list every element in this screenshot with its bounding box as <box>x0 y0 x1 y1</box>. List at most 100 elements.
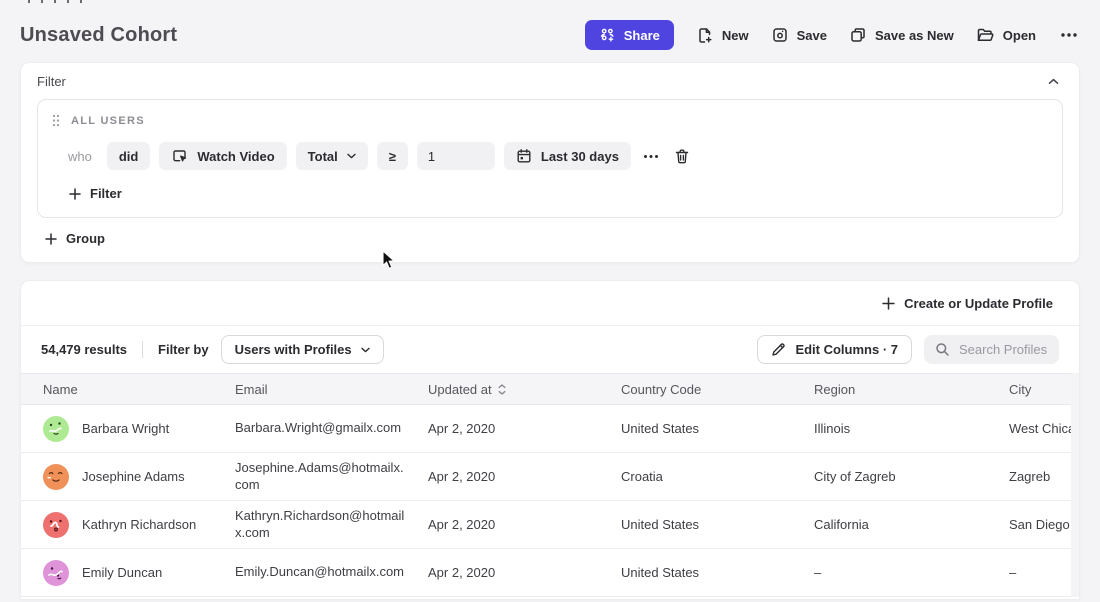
new-file-icon <box>696 26 714 45</box>
profiles-search-input[interactable] <box>959 342 1048 357</box>
more-horizontal-icon <box>643 154 659 159</box>
profile-updated-at: Apr 2, 2020 <box>428 565 621 580</box>
profile-country-code: United States <box>621 421 814 436</box>
did-chip[interactable]: did <box>107 142 151 170</box>
delete-condition-button[interactable] <box>671 145 693 168</box>
profile-email: Josephine.Adams@hotmailx.com <box>235 460 428 493</box>
table-row[interactable]: Barbara Wright Barbara.Wright@gmailx.com… <box>21 405 1079 453</box>
chevron-up-icon <box>1048 78 1059 85</box>
add-group-label: Group <box>66 231 105 246</box>
pencil-icon <box>771 342 786 357</box>
folder-open-icon <box>976 26 995 44</box>
profiles-filter-value: Users with Profiles <box>235 342 352 357</box>
profile-email: Emily.Duncan@hotmailx.com <box>235 564 428 580</box>
save-button[interactable]: Save <box>771 26 827 44</box>
save-button-label: Save <box>797 28 827 43</box>
group-label: ALL USERS <box>71 115 145 127</box>
sort-icon[interactable] <box>498 384 506 395</box>
column-header-country-code[interactable]: Country Code <box>621 382 814 397</box>
avatar <box>43 560 69 586</box>
results-toolbar: 54,479 results Filter by Users with Prof… <box>21 326 1079 373</box>
column-header-name[interactable]: Name <box>43 382 235 397</box>
profile-updated-at: Apr 2, 2020 <box>428 421 621 436</box>
avatar <box>43 464 69 490</box>
new-button-label: New <box>722 28 749 43</box>
avatar <box>43 512 69 538</box>
profile-name: Barbara Wright <box>82 421 169 436</box>
table-row[interactable]: Emily Duncan Emily.Duncan@hotmailx.com A… <box>21 549 1079 597</box>
edit-columns-button[interactable]: Edit Columns · 7 <box>757 335 912 364</box>
page-title: Unsaved Cohort <box>20 24 177 47</box>
profiles-search[interactable] <box>924 335 1059 364</box>
threshold-value-input[interactable] <box>417 142 495 170</box>
profile-city: San Diego <box>1009 517 1071 532</box>
profile-email: Barbara.Wright@gmailx.com <box>235 420 428 436</box>
condition-more-button[interactable] <box>640 151 662 162</box>
toolbar-divider <box>142 341 143 358</box>
save-icon <box>771 26 789 44</box>
trash-icon <box>674 148 690 165</box>
column-header-updated-at[interactable]: Updated at <box>428 382 621 397</box>
operator-chip[interactable]: ≥ <box>377 142 408 170</box>
column-header-email[interactable]: Email <box>235 382 428 397</box>
open-button[interactable]: Open <box>976 26 1036 44</box>
profiles-table: Name Email Updated at Country Code Regio… <box>21 373 1079 597</box>
save-as-new-button[interactable]: Save as New <box>849 26 954 44</box>
new-button[interactable]: New <box>696 26 749 45</box>
copy-icon <box>849 26 867 44</box>
aggregation-chip-label: Total <box>308 149 338 164</box>
create-or-update-profile-button[interactable]: Create or Update Profile <box>882 296 1053 311</box>
filter-panel-title: Filter <box>37 74 66 89</box>
add-filter-label: Filter <box>90 186 122 201</box>
collapse-panel-button[interactable] <box>1046 76 1061 87</box>
profile-region: – <box>814 565 1009 580</box>
filter-condition-row: who did Watch Video Total <box>52 142 1048 170</box>
table-scroll-gutter[interactable] <box>1071 373 1079 597</box>
table-row[interactable]: Josephine Adams Josephine.Adams@hotmailx… <box>21 453 1079 501</box>
more-horizontal-icon <box>1060 32 1078 38</box>
add-filter-button[interactable]: Filter <box>69 186 122 201</box>
date-range-chip-label: Last 30 days <box>541 149 619 164</box>
profile-name: Josephine Adams <box>82 469 185 484</box>
column-header-city[interactable]: City <box>1009 382 1071 397</box>
profile-name: Kathryn Richardson <box>82 517 196 532</box>
share-button-label: Share <box>624 28 660 43</box>
event-chip-label: Watch Video <box>197 149 274 164</box>
edit-columns-label: Edit Columns · 7 <box>795 342 898 357</box>
filter-panel: Filter ALL USERS who did <box>20 62 1080 263</box>
add-group-button[interactable]: Group <box>45 231 105 246</box>
event-chip[interactable]: Watch Video <box>159 142 286 170</box>
profiles-filter-dropdown[interactable]: Users with Profiles <box>221 335 384 364</box>
results-count: 54,479 results <box>41 342 127 357</box>
profile-city: – <box>1009 565 1071 580</box>
table-header-row: Name Email Updated at Country Code Regio… <box>21 373 1079 405</box>
column-header-region[interactable]: Region <box>814 382 1009 397</box>
profile-city: West Chicago <box>1009 421 1071 436</box>
table-row[interactable]: Kathryn Richardson Kathryn.Richardson@ho… <box>21 501 1079 549</box>
plus-icon <box>882 297 895 310</box>
profile-region: California <box>814 517 1009 532</box>
avatar <box>43 416 69 442</box>
chevron-down-icon <box>361 347 370 353</box>
profile-name: Emily Duncan <box>82 565 162 580</box>
profile-country-code: Croatia <box>621 469 814 484</box>
profile-country-code: United States <box>621 565 814 580</box>
plus-icon <box>69 188 81 200</box>
drag-handle-icon[interactable] <box>52 114 60 127</box>
did-chip-label: did <box>119 149 139 164</box>
chevron-down-icon <box>347 153 356 159</box>
save-as-new-button-label: Save as New <box>875 28 954 43</box>
filter-by-label: Filter by <box>158 342 209 357</box>
date-range-chip[interactable]: Last 30 days <box>504 142 631 170</box>
profile-city: Zagreb <box>1009 469 1071 484</box>
profile-country-code: United States <box>621 517 814 532</box>
page-header: Unsaved Cohort Share New <box>0 0 1100 62</box>
watch-video-event-icon <box>171 148 188 165</box>
plus-icon <box>45 233 57 245</box>
more-options-button[interactable] <box>1058 30 1080 40</box>
profile-updated-at: Apr 2, 2020 <box>428 517 621 532</box>
profile-email: Kathryn.Richardson@hotmailx.com <box>235 508 428 541</box>
aggregation-chip[interactable]: Total <box>296 142 368 170</box>
share-button[interactable]: Share <box>585 20 674 50</box>
search-icon <box>935 342 950 357</box>
